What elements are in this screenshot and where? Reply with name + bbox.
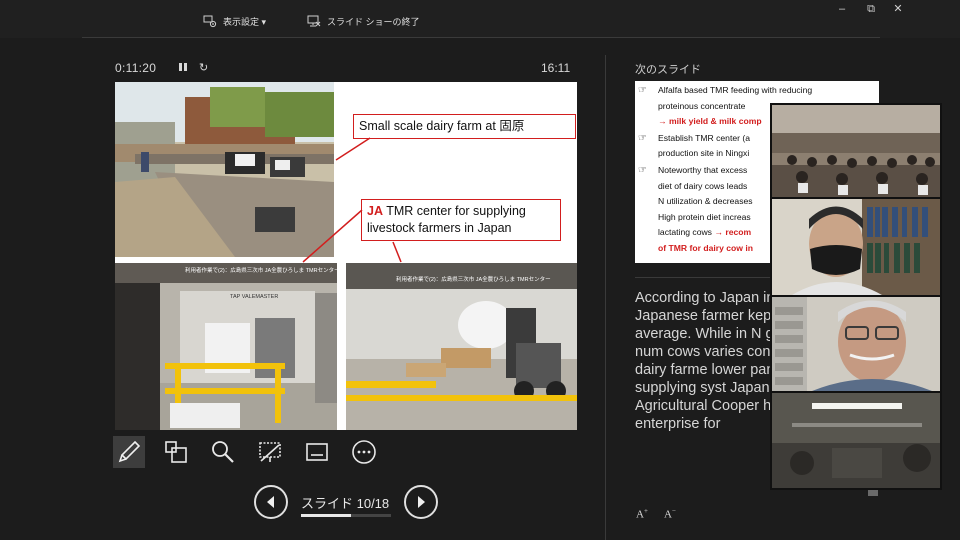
chevron-left-icon	[267, 496, 274, 508]
see-all-slides-button[interactable]	[160, 436, 192, 468]
callout-pointer-3	[392, 241, 402, 263]
bullet-emphasis: → recom	[714, 227, 752, 238]
next-slide-bullet-line: proteinous concentrate	[658, 99, 745, 115]
toolbar-divider	[82, 37, 880, 38]
bullet-text: proteinous concentrate	[658, 100, 746, 111]
video-tile-participant-glasses	[772, 297, 940, 391]
restart-timer-icon[interactable]: ↻	[199, 61, 208, 74]
next-slide-bullet-line: Establish TMR center (a	[658, 131, 750, 147]
subtitles-button[interactable]	[301, 436, 333, 468]
restore-button[interactable]: ⧉	[864, 2, 878, 16]
bullet-text: Establish TMR center (a	[658, 132, 751, 143]
next-slide-bullet-line: N utilization & decreases	[658, 194, 753, 210]
zoom-button[interactable]	[207, 436, 239, 468]
current-slide[interactable]: Small scale dairy farm at 固原 JA TMR cent…	[115, 82, 577, 430]
video-tile-participant-mask	[772, 199, 940, 295]
next-slide-bullet-line: Alfalfa based TMR feeding with reducing	[658, 83, 812, 99]
more-icon	[352, 440, 376, 464]
next-slide-bullet-line: High protein diet increas	[658, 210, 751, 226]
pen-tool-button[interactable]	[113, 436, 145, 468]
end-slideshow-label: スライド ショーの終了	[327, 16, 420, 27]
bullet-text: N utilization & decreases	[658, 196, 753, 207]
forklift-photo: 利用者作業で(2)：広島県三次市 JA全農ひろしま TMRセンター	[346, 263, 577, 430]
callout-dairy-farm: Small scale dairy farm at 固原	[353, 114, 576, 139]
callout-tmr-text: TMR center for supplying livestock farme…	[367, 204, 526, 235]
more-options-button[interactable]	[348, 436, 380, 468]
current-time: 16:11	[541, 61, 571, 75]
chevron-right-icon	[418, 496, 425, 508]
bullet-emphasis: of TMR for dairy cow in	[658, 243, 754, 253]
grid-icon	[165, 441, 187, 463]
next-slide-label: 次のスライド	[635, 64, 701, 76]
bullet-text: lactating cows	[658, 227, 715, 238]
display-settings-icon	[203, 15, 217, 28]
screen-icon	[259, 442, 281, 462]
panel-divider	[605, 55, 606, 540]
callout-ja-prefix: JA	[367, 204, 383, 218]
callout-pointer-1	[335, 137, 371, 161]
pen-icon	[118, 440, 141, 463]
video-tile-office	[772, 393, 940, 488]
black-screen-button[interactable]	[254, 436, 286, 468]
decrease-font-label: A	[664, 508, 672, 521]
display-settings-label: 表示設定 ▾	[223, 16, 267, 27]
video-call-window[interactable]	[770, 103, 942, 490]
bullet-text: Alfalfa based TMR feeding with reducing	[658, 85, 813, 95]
tmr-machine-photo: 利用者作業で(2)：広島県三次市 JA全農ひろしま TMRセンター TAP VA…	[115, 263, 337, 430]
callout-tmr-center: JA TMR center for supplying livestock fa…	[361, 199, 561, 241]
minimize-button[interactable]: –	[835, 2, 849, 16]
increase-font-label: A	[636, 508, 644, 521]
bullet-emphasis: → milk yield & milk comp	[658, 116, 762, 127]
tmr-left-caption: 利用者作業で(2)：広島県三次市 JA全農ひろしま TMRセンター	[185, 268, 337, 274]
pointing-hand-icon: ☞	[638, 165, 647, 176]
bullet-text: diet of dairy cows leads	[658, 180, 748, 191]
bullet-text: Noteworthy that excess	[658, 165, 748, 175]
next-slide-bullet-line: Noteworthy that excess	[658, 163, 747, 179]
next-slide-bullet-line: of TMR for dairy cow in	[658, 241, 753, 257]
subtitles-icon	[306, 443, 328, 461]
pointing-hand-icon: ☞	[638, 132, 647, 144]
callout-pointer-2	[302, 209, 363, 263]
magnifier-icon	[212, 441, 234, 463]
slide-progress-bar	[301, 514, 391, 517]
previous-slide-button[interactable]	[254, 485, 288, 519]
forklift-caption: 利用者作業で(2)：広島県三次市 JA全農ひろしま TMRセンター	[396, 277, 551, 283]
decrease-font-button[interactable]: A−	[664, 507, 676, 521]
end-slideshow-button[interactable]: スライド ショーの終了	[307, 13, 420, 29]
next-slide-button[interactable]	[404, 485, 438, 519]
callout-dairy-farm-text: Small scale dairy farm at 固原	[359, 119, 525, 133]
bullet-text: production site in Ningxi	[658, 148, 750, 159]
display-settings-button[interactable]: 表示設定 ▾	[203, 13, 266, 29]
next-slide-bullet-line: lactating cows → recom	[658, 225, 751, 241]
presenter-toolbar: 表示設定 ▾ スライド ショーの終了 – ⧉ ✕	[0, 0, 960, 38]
next-slide-bullet-line: diet of dairy cows leads	[658, 179, 747, 195]
next-slide-bullet-line: → milk yield & milk comp	[658, 114, 762, 130]
video-tile-conference-room	[772, 105, 940, 197]
next-slide-bullet-line: production site in Ningxi	[658, 146, 749, 162]
slide-progress-fill	[301, 514, 351, 517]
pointing-hand-icon: ☞	[638, 85, 647, 96]
increase-font-button[interactable]: A+	[636, 507, 648, 521]
bullet-text: High protein diet increas	[658, 211, 751, 222]
slide-indicator: スライド 10/18	[301, 496, 390, 511]
pause-timer-icon[interactable]	[178, 62, 188, 73]
end-slideshow-icon	[307, 15, 321, 27]
close-button[interactable]: ✕	[891, 2, 905, 16]
elapsed-timer: 0:11:20	[115, 61, 157, 75]
machine-brand-label: TAP VALEMASTER	[230, 294, 279, 300]
